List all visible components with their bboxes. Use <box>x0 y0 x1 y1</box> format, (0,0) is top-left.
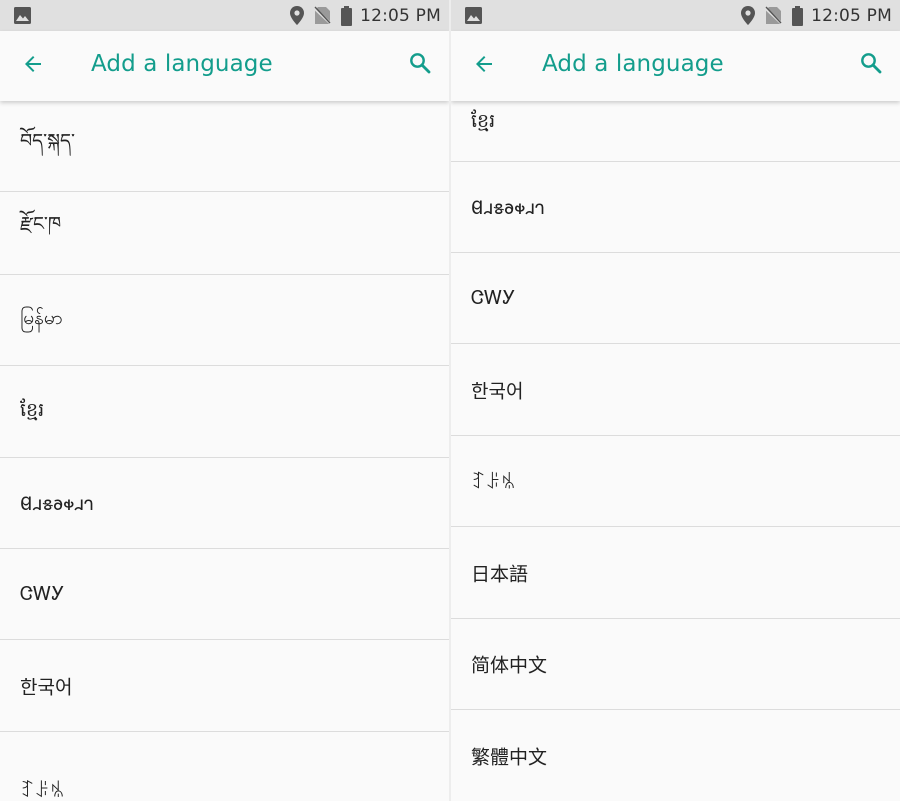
page-title: Add a language <box>542 51 724 77</box>
back-button[interactable] <box>469 51 499 81</box>
search-icon <box>859 51 883 79</box>
battery-icon <box>341 5 353 26</box>
page-title: Add a language <box>91 51 273 77</box>
list-item[interactable]: 繁體中文 <box>451 710 900 801</box>
list-item[interactable]: ᏣᎳᎩ <box>451 253 900 344</box>
language-label: 简体中文 <box>471 654 548 677</box>
status-bar: 12:05 PM <box>451 0 900 31</box>
language-label: 繁體中文 <box>471 746 548 768</box>
language-list[interactable]: བོད་སྐད་ རྫོང་ཁ မြန်မာ ខ្មែរ 𐐔𐐯𐑅𐐨𐑉𐐯𐐻 ᏣᎳᎩ… <box>0 101 449 801</box>
status-bar: 12:05 PM <box>0 0 449 31</box>
no-sim-icon <box>765 6 783 25</box>
language-label: ꆈꌠꁱ <box>471 471 516 494</box>
language-list[interactable]: ខ្មែរ 𐐔𐐯𐑅𐐨𐑉𐐯𐐻 ᏣᎳᎩ 한국어 ꆈꌠꁱ 日本語 简体中文 繁體中文 <box>451 101 900 801</box>
language-label: ខ្មែរ <box>471 110 496 132</box>
language-label: 日本語 <box>471 563 529 586</box>
list-item[interactable]: ᏣᎳᎩ <box>0 549 449 640</box>
back-button[interactable] <box>18 51 48 81</box>
app-bar: Add a language <box>451 31 900 101</box>
list-item[interactable]: 简体中文 <box>451 619 900 710</box>
list-item[interactable]: 한국어 <box>0 641 449 732</box>
list-item[interactable]: မြန်မာ <box>0 275 449 366</box>
location-icon <box>741 6 756 25</box>
language-label: 한국어 <box>20 676 73 699</box>
app-bar: Add a language <box>0 31 449 101</box>
image-icon <box>465 7 482 24</box>
battery-icon <box>792 5 804 26</box>
list-item[interactable]: 𐐔𐐯𐑅𐐨𐑉𐐯𐐻 <box>0 458 449 549</box>
list-item[interactable]: 𐐔𐐯𐑅𐐨𐑉𐐯𐐻 <box>451 162 900 253</box>
language-label: རྫོང་ཁ <box>20 213 62 235</box>
list-item[interactable]: ꆈꌠꁱ <box>451 436 900 527</box>
status-time: 12:05 PM <box>811 5 892 26</box>
list-item[interactable]: 日本語 <box>451 528 900 619</box>
search-icon <box>408 51 432 79</box>
list-item[interactable]: ꆈꌠꁱ <box>0 732 449 801</box>
left-screen: 12:05 PM Add a language བོད་སྐད་ རྫོང་ཁ … <box>0 0 449 801</box>
no-sim-icon <box>314 6 332 25</box>
list-item[interactable]: རྫོང་ཁ <box>0 184 449 275</box>
list-item[interactable]: བོད་སྐད་ <box>0 101 449 192</box>
language-label: 𐐔𐐯𐑅𐐨𐑉𐐯𐐻 <box>20 493 94 515</box>
search-button[interactable] <box>405 50 435 80</box>
language-label: 𐐔𐐯𐑅𐐨𐑉𐐯𐐻 <box>471 197 545 219</box>
list-item[interactable]: ខ្មែរ <box>0 367 449 458</box>
status-time: 12:05 PM <box>360 5 441 26</box>
language-label: བོད་སྐད་ <box>20 130 75 152</box>
language-label: ꆈꌠꁱ <box>20 780 65 801</box>
language-label: ᏣᎳᎩ <box>20 583 65 605</box>
location-icon <box>290 6 305 25</box>
list-item[interactable]: 한국어 <box>451 345 900 436</box>
search-button[interactable] <box>856 50 886 80</box>
arrow-back-icon <box>472 52 496 80</box>
language-label: ᏣᎳᎩ <box>471 287 516 309</box>
arrow-back-icon <box>21 52 45 80</box>
right-screen: 12:05 PM Add a language ខ្មែរ 𐐔𐐯𐑅𐐨𐑉𐐯𐐻 ᏣᎳ… <box>451 0 900 801</box>
language-label: 한국어 <box>471 380 524 403</box>
image-icon <box>14 7 31 24</box>
language-label: မြန်မာ <box>20 307 63 329</box>
language-label: ខ្មែរ <box>20 399 45 421</box>
